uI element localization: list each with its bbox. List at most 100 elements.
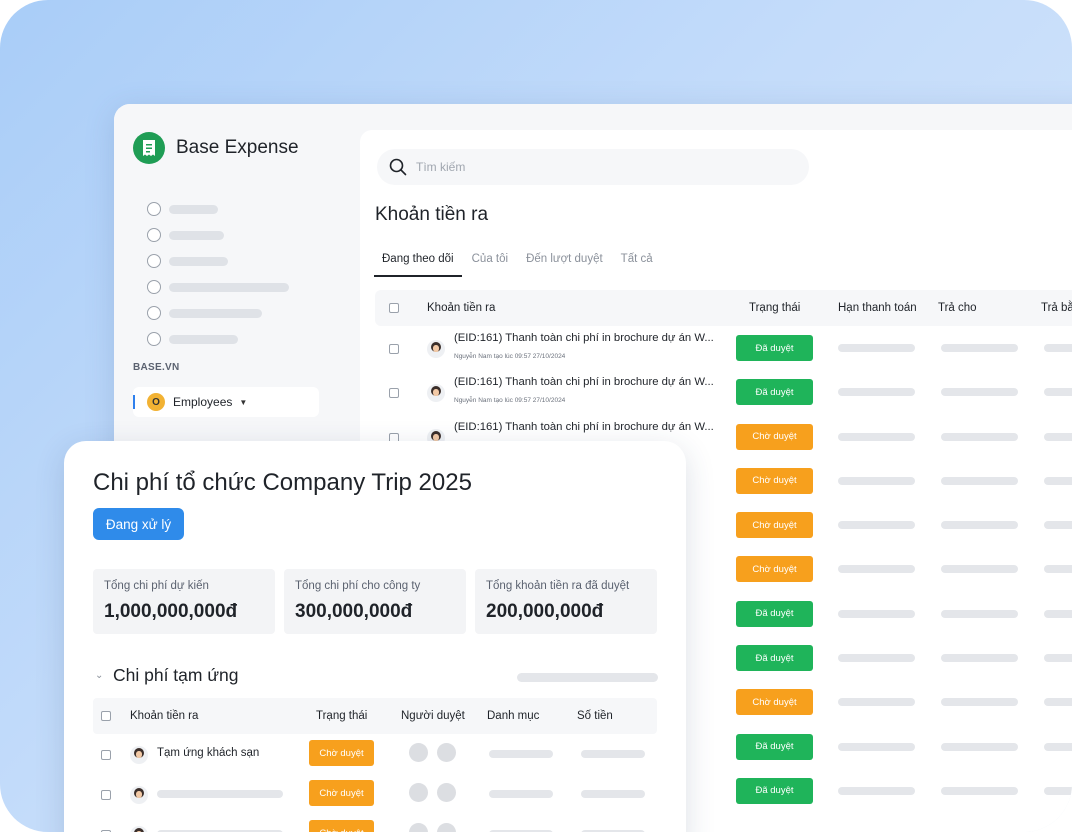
- project-card: Chi phí tổ chức Company Trip 2025 Đang x…: [64, 441, 686, 832]
- radio-icon: [147, 202, 161, 216]
- sidebar-item[interactable]: [147, 300, 289, 326]
- placeholder-bar: [1044, 388, 1072, 397]
- tab-following[interactable]: Đang theo dõi: [374, 242, 462, 277]
- brand-name: Base Expense: [176, 137, 299, 158]
- row-checkbox[interactable]: [389, 344, 399, 354]
- sidebar-item[interactable]: [147, 326, 289, 352]
- table-row[interactable]: Chờ duyệt: [93, 814, 657, 832]
- table-row[interactable]: Tạm ứng khách sạn Chờ duyệt: [93, 734, 657, 774]
- column-header: Người duyệt: [401, 710, 465, 722]
- status-badge: Đã duyệt: [736, 645, 813, 672]
- placeholder-bar: [1044, 432, 1072, 441]
- tab-bar: Đang theo dõi Của tôi Đến lượt duyệt Tất…: [374, 242, 663, 277]
- tab-to-approve[interactable]: Đến lượt duyệt: [518, 242, 611, 277]
- row-checkbox[interactable]: [389, 388, 399, 399]
- stat-value: 1,000,000,000đ: [104, 601, 238, 622]
- caret-down-icon: ▼: [239, 397, 248, 407]
- placeholder-bar: [1044, 654, 1072, 663]
- row-title[interactable]: Tạm ứng khách sạn: [157, 747, 259, 759]
- stat-label: Tổng khoản tiền ra đã duyệt: [486, 580, 630, 592]
- sidebar-item[interactable]: [147, 196, 289, 222]
- background-frame: Base Expense BASE.VN O Employees ▼ Tìm k…: [0, 0, 1072, 832]
- sidebar-item[interactable]: [147, 274, 289, 300]
- placeholder-bar: [1044, 344, 1072, 352]
- sidebar-item[interactable]: [147, 248, 289, 274]
- placeholder-bar: [941, 698, 1018, 707]
- group-name: Employees: [173, 395, 233, 409]
- placeholder-bar: [581, 790, 645, 798]
- approver-avatar: [437, 783, 456, 802]
- active-indicator: [133, 395, 135, 409]
- user-avatar: [427, 340, 445, 358]
- table-row[interactable]: Chờ duyệt: [93, 774, 657, 814]
- user-avatar: [130, 826, 148, 832]
- row-title[interactable]: (EID:161) Thanh toàn chi phí in brochure…: [454, 421, 714, 433]
- placeholder-bar: [838, 432, 915, 441]
- approver-avatar: [437, 743, 456, 762]
- status-badge: Chờ duyệt: [309, 780, 374, 806]
- placeholder-bar: [489, 790, 553, 798]
- group-selector[interactable]: O Employees ▼: [133, 387, 319, 417]
- placeholder-bar: [838, 654, 915, 663]
- section-title[interactable]: Chi phí tạm ứng: [113, 665, 239, 686]
- radio-icon: [147, 280, 161, 294]
- placeholder-bar: [941, 476, 1018, 485]
- placeholder-bar: [1044, 698, 1072, 707]
- placeholder-bar: [838, 388, 915, 397]
- brand[interactable]: Base Expense: [133, 132, 299, 164]
- receipt-icon: [133, 132, 165, 164]
- placeholder-bar: [941, 565, 1018, 574]
- card-title: Chi phí tổ chức Company Trip 2025: [93, 469, 472, 496]
- placeholder-bar: [941, 344, 1018, 352]
- placeholder-bar: [1044, 521, 1072, 530]
- page-title: Khoản tiền ra: [375, 204, 489, 225]
- approver-avatar: [437, 823, 456, 832]
- select-all-checkbox[interactable]: [101, 711, 111, 721]
- select-all-checkbox[interactable]: [389, 303, 399, 313]
- placeholder-bar: [169, 282, 289, 292]
- column-header: Trạng thái: [749, 302, 801, 314]
- status-button[interactable]: Đang xử lý: [93, 508, 184, 540]
- radio-icon: [147, 228, 161, 242]
- row-subtitle: Nguyễn Nam tạo lúc 09:57 27/10/2024: [454, 353, 566, 360]
- search-input[interactable]: Tìm kiếm: [416, 160, 465, 174]
- placeholder-bar: [941, 388, 1018, 397]
- row-title[interactable]: (EID:161) Thanh toàn chi phí in brochure…: [454, 376, 714, 388]
- placeholder-bar: [169, 308, 262, 318]
- row-checkbox[interactable]: [101, 750, 111, 760]
- sidebar-nav: [147, 196, 289, 352]
- sidebar-item[interactable]: [147, 222, 289, 248]
- chevron-down-icon[interactable]: ⌄: [95, 670, 103, 681]
- table-row[interactable]: (EID:161) Thanh toàn chi phí in brochure…: [375, 370, 1072, 414]
- placeholder-bar: [941, 432, 1018, 441]
- row-subtitle: Nguyễn Nam tạo lúc 09:57 27/10/2024: [454, 397, 566, 405]
- user-avatar: [130, 786, 148, 804]
- placeholder-bar: [1044, 742, 1072, 751]
- column-header: Hạn thanh toán: [838, 302, 917, 314]
- approver-avatar: [409, 783, 428, 802]
- table-body: Tạm ứng khách sạn Chờ duyệt Chờ duyệt Chờ d…: [93, 734, 657, 832]
- approver-avatar: [409, 823, 428, 832]
- status-badge: Chờ duyệt: [309, 820, 374, 832]
- user-avatar: [130, 746, 148, 764]
- status-badge: Chờ duyệt: [309, 740, 374, 766]
- placeholder-bar: [838, 344, 915, 352]
- table-row[interactable]: (EID:161) Thanh toàn chi phí in brochure…: [375, 326, 1072, 370]
- placeholder-bar: [838, 698, 915, 707]
- status-badge: Chờ duyệt: [736, 556, 813, 583]
- row-checkbox[interactable]: [101, 790, 111, 800]
- stat-value: 300,000,000đ: [295, 601, 413, 622]
- placeholder-bar: [517, 673, 658, 682]
- placeholder-bar: [941, 609, 1018, 618]
- column-header: Trả bằ: [1041, 302, 1072, 314]
- status-badge: Chờ duyệt: [736, 689, 813, 716]
- tab-mine[interactable]: Của tôi: [464, 242, 516, 277]
- search-bar[interactable]: Tìm kiếm: [377, 149, 809, 185]
- user-avatar: [427, 384, 445, 403]
- placeholder-bar: [169, 230, 224, 240]
- status-badge: Chờ duyệt: [736, 423, 813, 450]
- row-title[interactable]: (EID:161) Thanh toàn chi phí in brochure…: [454, 332, 714, 344]
- status-badge: Đã duyệt: [736, 379, 813, 406]
- tab-all[interactable]: Tất cả: [613, 242, 661, 277]
- placeholder-bar: [157, 790, 283, 798]
